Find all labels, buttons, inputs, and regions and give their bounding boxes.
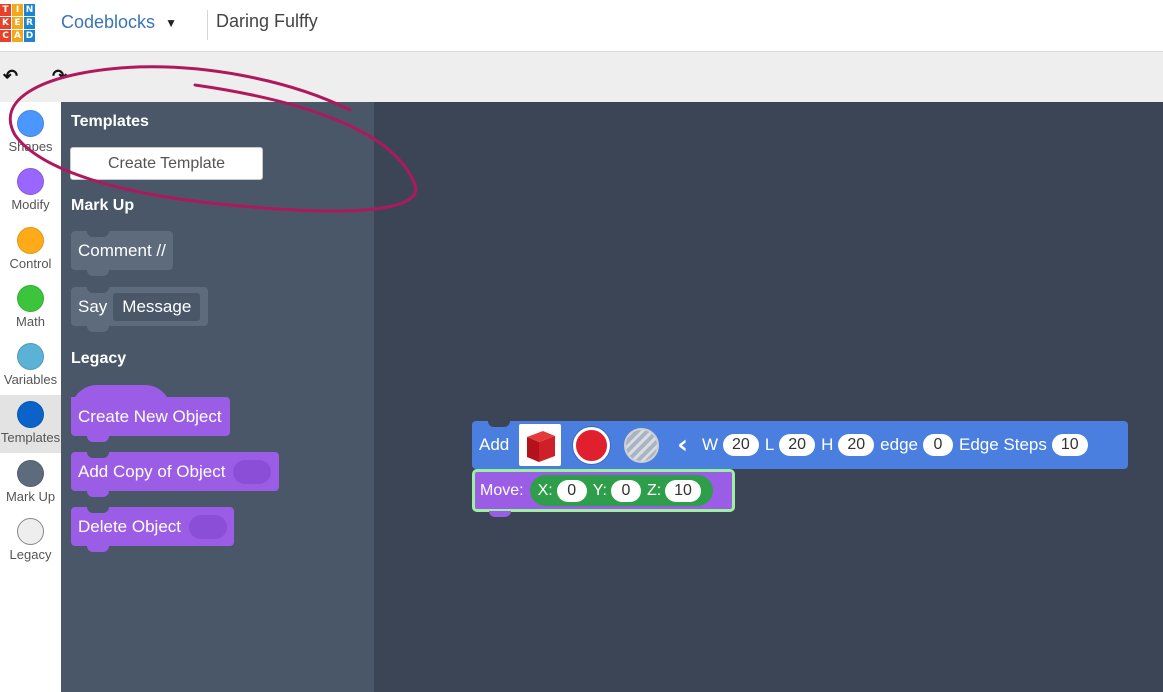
category-control[interactable]: Control [0, 221, 61, 279]
category-mark-up[interactable]: Mark Up [0, 454, 61, 512]
block-tab [87, 270, 109, 276]
category-label: Shapes [8, 139, 53, 154]
create-new-object-label: Create New Object [78, 406, 222, 426]
add-copy-label: Add Copy of Object [78, 461, 226, 481]
logo-letter: N [24, 4, 35, 16]
category-label: Math [16, 314, 45, 329]
logo-letter: C [0, 30, 11, 42]
category-legacy[interactable]: Legacy [0, 512, 61, 570]
tinkercad-logo[interactable]: T I N K E R C A D [0, 4, 36, 44]
block-tab [87, 546, 109, 552]
edge-steps-label: Edge Steps [958, 435, 1047, 454]
top-header: T I N K E R C A D Codeblocks ▼ Daring Fu… [0, 0, 1163, 52]
length-label: L [764, 435, 775, 454]
collapse-chevron-icon[interactable]: ‹ [677, 430, 688, 460]
block-notch [87, 452, 109, 458]
category-shapes[interactable]: Shapes [0, 104, 61, 162]
object-input-slot[interactable] [189, 514, 227, 539]
block-notch [87, 507, 109, 513]
control-color-dot [17, 227, 44, 254]
caret-down-icon: ▼ [165, 15, 177, 30]
block-tab [87, 436, 109, 442]
move-block-label: Move: [480, 481, 524, 499]
block-notch [87, 287, 109, 293]
category-modify[interactable]: Modify [0, 162, 61, 220]
x-label: X: [537, 481, 553, 499]
toolbar: ↶ ↷ [0, 52, 1163, 102]
delete-object-block[interactable]: Delete Object [71, 507, 234, 552]
block-flyout: Templates Create Template Mark Up Commen… [61, 102, 374, 692]
design-name[interactable]: Daring Fulffy [216, 11, 318, 32]
block-tab [87, 491, 109, 497]
box-shape-icon[interactable] [519, 424, 562, 466]
app-switcher[interactable]: Codeblocks ▼ [61, 12, 177, 33]
markup-color-dot [17, 460, 44, 487]
category-math[interactable]: Math [0, 279, 61, 337]
width-label: W [701, 435, 719, 454]
category-label: Templates [0, 430, 61, 445]
say-block-label: Say [78, 296, 108, 316]
hole-toggle-icon[interactable] [624, 427, 660, 463]
code-workspace[interactable]: Add ‹ W 20 L 20 H 20 edge 0 Edge Steps 1… [374, 102, 1163, 692]
comment-block-label: Comment // [78, 240, 166, 260]
legacy-color-dot [17, 518, 44, 545]
edge-label: edge [880, 435, 918, 454]
edge-input[interactable]: 0 [922, 434, 953, 456]
z-label: Z: [646, 481, 662, 499]
say-message-field[interactable]: Message [113, 292, 201, 321]
object-input-slot[interactable] [233, 459, 272, 484]
width-input[interactable]: 20 [723, 434, 759, 456]
length-input[interactable]: 20 [779, 434, 816, 456]
undo-icon[interactable]: ↶ [3, 66, 18, 87]
logo-letter: T [0, 4, 11, 16]
modify-color-dot [17, 168, 44, 195]
redo-icon[interactable]: ↷ [52, 66, 67, 87]
category-label: Control [9, 256, 52, 271]
add-block-label: Add [479, 435, 510, 454]
logo-letter: D [24, 30, 35, 42]
add-box-block[interactable]: Add ‹ W 20 L 20 H 20 edge 0 Edge Steps 1… [472, 421, 1128, 469]
xyz-vector[interactable]: X: 0 Y: 0 Z: 10 [529, 475, 713, 506]
category-label: Variables [3, 372, 58, 387]
create-template-button[interactable]: Create Template [70, 147, 263, 180]
logo-letter: K [0, 17, 11, 29]
category-rail: Shapes Modify Control Math Variables Tem… [0, 102, 61, 692]
y-input[interactable]: 0 [610, 479, 641, 502]
category-label: Modify [11, 197, 50, 212]
app-name: Codeblocks [61, 12, 156, 32]
comment-block[interactable]: Comment // [71, 231, 173, 276]
header-divider [207, 10, 208, 40]
delete-object-label: Delete Object [78, 516, 181, 536]
block-tab [489, 511, 511, 517]
category-templates[interactable]: Templates [0, 395, 61, 453]
z-input[interactable]: 10 [665, 479, 701, 502]
templates-title: Templates [71, 113, 149, 130]
color-picker-swatch[interactable] [573, 426, 611, 464]
add-copy-of-object-block[interactable]: Add Copy of Object [71, 452, 279, 497]
variables-color-dot [17, 343, 44, 370]
logo-letter: R [24, 17, 35, 29]
create-new-object-block[interactable]: Create New Object [71, 397, 230, 442]
logo-letter: E [12, 17, 23, 29]
say-block[interactable]: Say Message [71, 287, 208, 332]
math-color-dot [17, 285, 44, 312]
category-label: Legacy [9, 547, 52, 562]
shapes-color-dot [17, 110, 44, 137]
templates-color-dot [17, 401, 44, 428]
category-variables[interactable]: Variables [0, 337, 61, 395]
edge-steps-input[interactable]: 10 [1051, 434, 1088, 456]
y-label: Y: [592, 481, 607, 499]
logo-letter: A [12, 30, 23, 42]
category-label: Mark Up [5, 489, 56, 504]
height-label: H [821, 435, 834, 454]
block-notch [87, 231, 109, 237]
block-tab [87, 326, 109, 332]
logo-letter: I [12, 4, 23, 16]
legacy-title: Legacy [71, 350, 127, 367]
markup-title: Mark Up [71, 197, 135, 214]
move-block[interactable]: Move: X: 0 Y: 0 Z: 10 [472, 469, 735, 517]
height-input[interactable]: 20 [838, 434, 875, 456]
x-input[interactable]: 0 [556, 479, 587, 502]
block-notch [488, 421, 510, 427]
